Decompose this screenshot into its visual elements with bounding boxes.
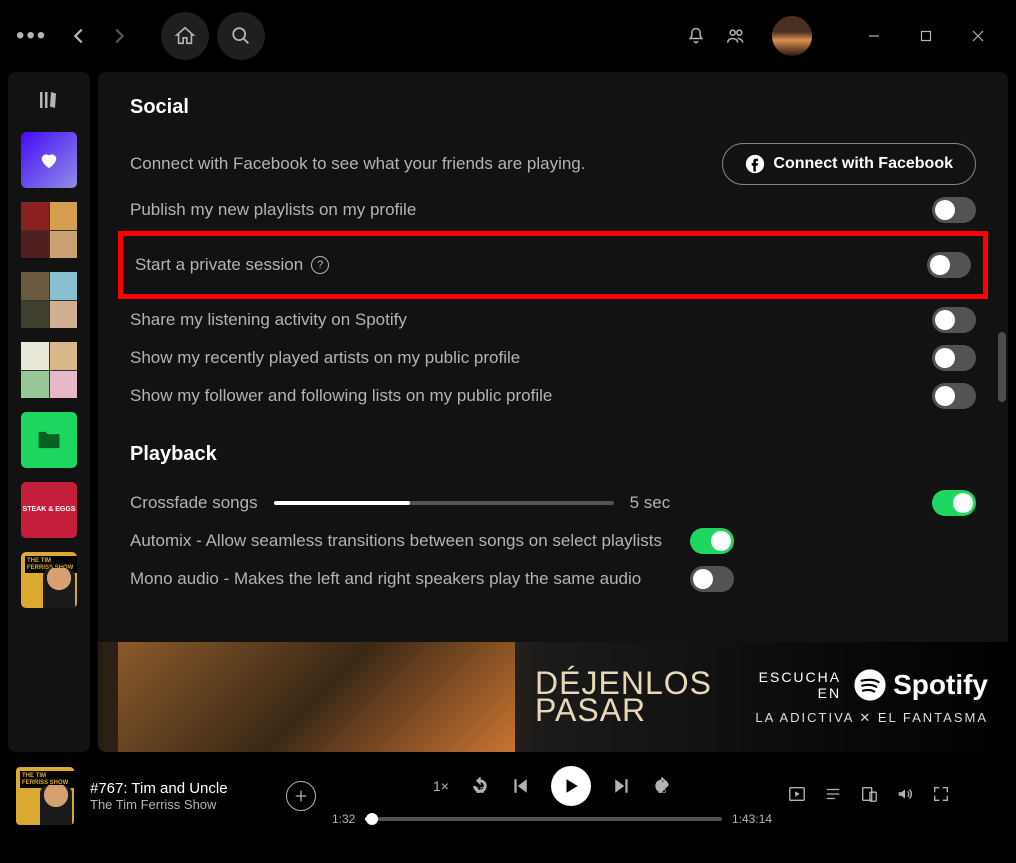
- sidebar-podcast-steak[interactable]: STEAK & EGGS: [21, 482, 77, 538]
- now-playing-info: #767: Tim and Uncle The Tim Ferriss Show: [90, 780, 270, 812]
- sidebar-liked-songs[interactable]: [21, 132, 77, 188]
- library-icon[interactable]: [37, 88, 61, 112]
- sidebar-folder[interactable]: [21, 412, 77, 468]
- toggle-mono-audio[interactable]: [690, 566, 734, 592]
- row-share-activity: Share my listening activity on Spotify: [130, 301, 976, 339]
- notifications-icon[interactable]: [680, 20, 712, 52]
- connect-facebook-button[interactable]: Connect with Facebook: [722, 143, 976, 185]
- highlighted-setting: Start a private session ?: [118, 231, 988, 299]
- avatar[interactable]: [768, 12, 816, 60]
- toggle-recently-played[interactable]: [932, 345, 976, 371]
- connect-device-icon[interactable]: [860, 785, 878, 808]
- toggle-crossfade[interactable]: [932, 490, 976, 516]
- friends-icon[interactable]: [720, 20, 752, 52]
- row-crossfade: Crossfade songs 5 sec: [130, 484, 976, 522]
- back-button[interactable]: [63, 20, 95, 52]
- window-minimize[interactable]: [852, 16, 896, 56]
- toggle-share-activity[interactable]: [932, 307, 976, 333]
- window-close[interactable]: [956, 16, 1000, 56]
- previous-track-button[interactable]: [511, 777, 529, 795]
- crossfade-slider[interactable]: [274, 501, 614, 505]
- row-mono-audio: Mono audio - Makes the left and right sp…: [130, 560, 976, 598]
- next-track-button[interactable]: [613, 777, 631, 795]
- now-playing-view-icon[interactable]: [788, 785, 806, 808]
- toggle-follower-lists[interactable]: [932, 383, 976, 409]
- now-playing-artist[interactable]: The Tim Ferriss Show: [90, 797, 270, 812]
- volume-icon[interactable]: [896, 785, 914, 808]
- elapsed-time: 1:32: [332, 812, 355, 826]
- row-private-session: Start a private session ?: [135, 246, 971, 284]
- now-playing-thumbnail[interactable]: THE TIM FERRISS SHOW: [16, 767, 74, 825]
- player-bar: THE TIM FERRISS SHOW #767: Tim and Uncle…: [0, 752, 1016, 840]
- seek-bar[interactable]: [365, 817, 722, 821]
- forward-button[interactable]: [103, 20, 135, 52]
- playback-speed[interactable]: 1×: [433, 778, 449, 794]
- sidebar-playlist-3[interactable]: [21, 342, 77, 398]
- skip-forward-15-button[interactable]: 15: [653, 777, 671, 795]
- row-facebook-connect: Connect with Facebook to see what your f…: [130, 137, 976, 191]
- playback-controls: 1× 15 15 1:32 1: [332, 766, 772, 826]
- add-to-playlist-button[interactable]: [286, 781, 316, 811]
- extra-controls: [788, 785, 950, 808]
- scrollbar[interactable]: [998, 332, 1006, 402]
- facebook-icon: [745, 154, 765, 174]
- toggle-private-session[interactable]: [927, 252, 971, 278]
- help-icon[interactable]: ?: [311, 256, 329, 274]
- search-button[interactable]: [217, 12, 265, 60]
- toggle-automix[interactable]: [690, 528, 734, 554]
- home-button[interactable]: [161, 12, 209, 60]
- window-maximize[interactable]: [904, 16, 948, 56]
- row-publish-playlists: Publish my new playlists on my profile: [130, 191, 976, 229]
- sidebar: STEAK & EGGS THE TIM FERRISS SHOW: [8, 72, 90, 752]
- skip-back-15-button[interactable]: 15: [471, 777, 489, 795]
- settings-panel: Social Connect with Facebook to see what…: [98, 72, 1008, 752]
- row-automix: Automix - Allow seamless transitions bet…: [130, 522, 976, 560]
- row-follower-lists: Show my follower and following lists on …: [130, 377, 976, 415]
- sidebar-playlist-1[interactable]: [21, 202, 77, 258]
- spotify-icon: [853, 668, 887, 702]
- titlebar: •••: [0, 0, 1016, 72]
- ad-banner[interactable]: DÉJENLOS PASAR ESCUCHA EN Spotify LA ADI…: [98, 642, 1008, 752]
- sidebar-podcast-tim[interactable]: THE TIM FERRISS SHOW: [21, 552, 77, 608]
- play-button[interactable]: [551, 766, 591, 806]
- total-time: 1:43:14: [732, 812, 772, 826]
- menu-dots[interactable]: •••: [16, 22, 47, 50]
- section-title-playback: Playback: [130, 443, 976, 466]
- sidebar-playlist-2[interactable]: [21, 272, 77, 328]
- ad-artwork: [118, 642, 515, 752]
- row-recently-played: Show my recently played artists on my pu…: [130, 339, 976, 377]
- toggle-publish-playlists[interactable]: [932, 197, 976, 223]
- section-title-social: Social: [130, 96, 976, 119]
- queue-icon[interactable]: [824, 785, 842, 808]
- now-playing-title[interactable]: #767: Tim and Uncle: [90, 780, 270, 797]
- fullscreen-icon[interactable]: [932, 785, 950, 808]
